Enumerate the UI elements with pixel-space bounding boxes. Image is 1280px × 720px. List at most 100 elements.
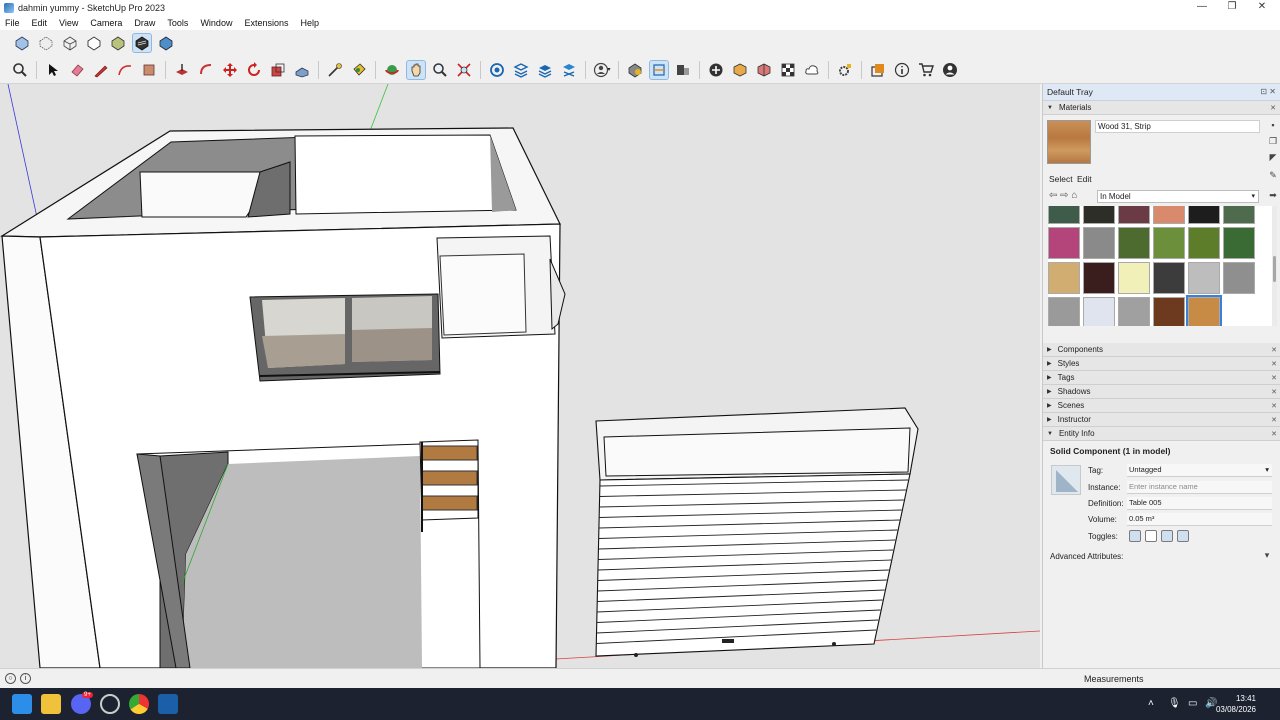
material-swatch[interactable] xyxy=(1188,227,1220,259)
sketchup-taskbar-icon[interactable] xyxy=(158,694,178,714)
scrollbar-thumb[interactable] xyxy=(1273,256,1276,282)
checker-icon[interactable] xyxy=(779,61,797,79)
material-swatch[interactable] xyxy=(1083,297,1115,326)
monochrome-icon[interactable] xyxy=(157,34,175,52)
chrome-icon[interactable] xyxy=(129,694,149,714)
material-swatch[interactable] xyxy=(1048,262,1080,294)
receive-shadows-icon[interactable] xyxy=(1161,530,1173,542)
back-edges-icon[interactable] xyxy=(37,34,55,52)
panel-components[interactable]: ▶ Components ✕ xyxy=(1043,343,1280,357)
panel-close-icon[interactable]: ✕ xyxy=(1270,104,1276,112)
material-swatch[interactable] xyxy=(1188,262,1220,294)
eraser-icon[interactable] xyxy=(68,61,86,79)
extension-gear-icon[interactable] xyxy=(836,61,854,79)
menu-window[interactable]: Window xyxy=(200,18,232,28)
tab-select[interactable]: Select xyxy=(1049,174,1073,184)
sample-paint-icon[interactable]: ✎ xyxy=(1267,170,1279,182)
panel-close-icon[interactable]: ✕ xyxy=(1271,374,1277,382)
material-swatch[interactable] xyxy=(1083,262,1115,294)
modeling-viewport[interactable] xyxy=(0,84,1040,668)
menu-extensions[interactable]: Extensions xyxy=(244,18,288,28)
cast-shadows-icon[interactable] xyxy=(1177,530,1189,542)
details-arrow-icon[interactable]: ➡ xyxy=(1267,190,1279,202)
network-icon[interactable]: ▭ xyxy=(1188,698,1197,709)
warehouse-icon[interactable] xyxy=(488,61,506,79)
section-fill-icon[interactable] xyxy=(674,61,692,79)
rectangle-icon[interactable] xyxy=(140,61,158,79)
material-swatch[interactable] xyxy=(1223,227,1255,259)
panel-close-icon[interactable]: ✕ xyxy=(1271,360,1277,368)
steam-icon[interactable] xyxy=(100,694,120,714)
scenes-icon[interactable] xyxy=(869,61,887,79)
material-swatch[interactable] xyxy=(1083,227,1115,259)
panel-scenes[interactable]: ▶ Scenes ✕ xyxy=(1043,399,1280,413)
menu-file[interactable]: File xyxy=(5,18,20,28)
menu-help[interactable]: Help xyxy=(300,18,319,28)
info-icon[interactable] xyxy=(893,61,911,79)
pencil-line-icon[interactable] xyxy=(92,61,110,79)
scale-icon[interactable] xyxy=(269,61,287,79)
zoom-extents-icon[interactable] xyxy=(455,61,473,79)
material-swatch[interactable] xyxy=(1223,262,1255,294)
panel-close-icon[interactable]: ✕ xyxy=(1271,416,1277,424)
material-swatch[interactable] xyxy=(1083,206,1115,224)
add-location-icon[interactable] xyxy=(707,61,725,79)
rotate-icon[interactable] xyxy=(245,61,263,79)
orbit-icon[interactable] xyxy=(383,61,401,79)
material-swatch[interactable] xyxy=(1153,297,1185,326)
terrain-icon[interactable] xyxy=(731,61,749,79)
user-avatar-icon[interactable] xyxy=(941,61,959,79)
geolocation-icon[interactable]: ○ xyxy=(5,673,16,684)
close-button[interactable]: ✕ xyxy=(1247,0,1277,15)
move-icon[interactable] xyxy=(221,61,239,79)
default-material-icon[interactable]: ◤ xyxy=(1267,152,1279,164)
material-swatch[interactable] xyxy=(1153,262,1185,294)
tab-edit[interactable]: Edit xyxy=(1077,174,1092,184)
expand-attributes-icon[interactable]: ▾ xyxy=(1261,550,1273,562)
definition-field[interactable]: Table 005 xyxy=(1127,497,1272,510)
material-swatch[interactable] xyxy=(1048,297,1080,326)
swatch-scrollbar[interactable] xyxy=(1272,206,1277,326)
menu-view[interactable]: View xyxy=(59,18,78,28)
materials-panel-header[interactable]: ▼ Materials ✕ xyxy=(1043,101,1280,115)
wireframe-icon[interactable] xyxy=(61,34,79,52)
material-swatch[interactable] xyxy=(1048,206,1080,224)
material-swatch[interactable] xyxy=(1118,262,1150,294)
tag-select[interactable]: Untagged ▾ xyxy=(1127,464,1272,477)
offset-icon[interactable] xyxy=(197,61,215,79)
panel-styles[interactable]: ▶ Styles ✕ xyxy=(1043,357,1280,371)
tape-measure-icon[interactable] xyxy=(326,61,344,79)
material-swatch[interactable] xyxy=(1188,206,1220,224)
material-swatch[interactable] xyxy=(1186,295,1222,326)
visibility-eye-icon[interactable] xyxy=(1129,530,1141,542)
tray-close-icon[interactable]: ⊡ ✕ xyxy=(1260,87,1276,96)
minimize-button[interactable]: — xyxy=(1187,0,1217,15)
maximize-button[interactable]: ❐ xyxy=(1217,0,1247,15)
solid-inspector-icon[interactable] xyxy=(626,61,644,79)
panel-tags[interactable]: ▶ Tags ✕ xyxy=(1043,371,1280,385)
menu-tools[interactable]: Tools xyxy=(167,18,188,28)
material-swatch[interactable] xyxy=(1153,206,1185,224)
panel-shadows[interactable]: ▶ Shadows ✕ xyxy=(1043,385,1280,399)
menu-camera[interactable]: Camera xyxy=(90,18,122,28)
system-clock[interactable]: 13:41 03/08/2026 xyxy=(1216,693,1256,715)
menu-draw[interactable]: Draw xyxy=(134,18,155,28)
instance-name-input[interactable]: Enter instance name xyxy=(1127,481,1272,494)
pan-hand-icon[interactable] xyxy=(406,59,426,80)
panel-instructor[interactable]: ▶ Instructor ✕ xyxy=(1043,413,1280,427)
panel-close-icon[interactable]: ✕ xyxy=(1271,346,1277,354)
photo-texture-icon[interactable] xyxy=(755,61,773,79)
material-swatch[interactable] xyxy=(1118,297,1150,326)
cloud-upload-icon[interactable] xyxy=(803,61,821,79)
material-name-field[interactable]: Wood 31, Strip xyxy=(1095,120,1260,133)
extension-warehouse-icon[interactable] xyxy=(512,61,530,79)
layers-icon[interactable] xyxy=(536,61,554,79)
shaded-icon[interactable] xyxy=(109,34,127,52)
select-arrow-icon[interactable] xyxy=(44,61,62,79)
panel-entity-info[interactable]: ▼ Entity Info ✕ xyxy=(1043,427,1280,441)
material-swatch[interactable] xyxy=(1118,206,1150,224)
paint-bucket-icon[interactable] xyxy=(350,61,368,79)
display-secondary-pane-icon[interactable]: ▪ xyxy=(1267,120,1279,132)
follow-me-icon[interactable] xyxy=(293,61,311,79)
menu-edit[interactable]: Edit xyxy=(32,18,48,28)
